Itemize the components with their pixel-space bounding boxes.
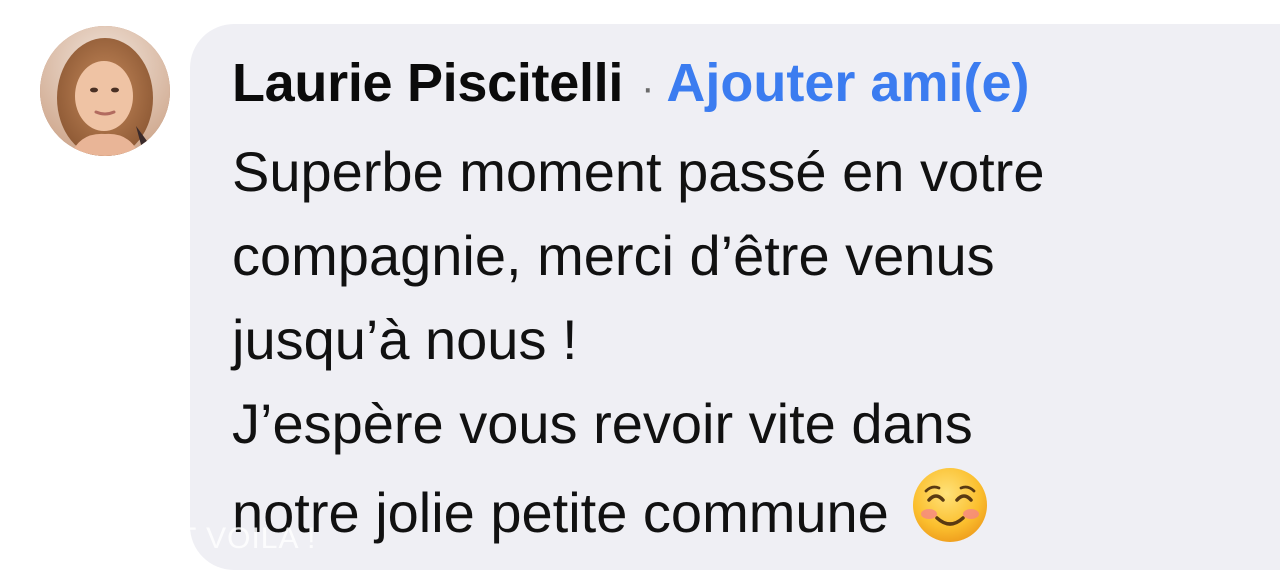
comment-line: jusqu’à nous !: [232, 308, 578, 371]
comment-line: compagnie, merci d’être venus: [232, 224, 995, 287]
comment-last-line: notre jolie petite commune: [232, 466, 1262, 555]
avatar-photo: [40, 26, 170, 156]
comment-header: Laurie Piscitelli · Ajouter ami(e): [232, 52, 1029, 116]
add-friend-link[interactable]: Ajouter ami(e): [666, 52, 1029, 114]
comment-line: J’espère vous revoir vite dans: [232, 392, 973, 455]
comment-text: Superbe moment passé en votre compagnie,…: [232, 130, 1262, 555]
smiling-face-with-smiling-eyes-icon: [911, 466, 989, 544]
separator-dot: ·: [641, 66, 655, 110]
comment-stage: Laurie Piscitelli · Ajouter ami(e) Super…: [0, 0, 1280, 580]
author-name[interactable]: Laurie Piscitelli: [232, 52, 623, 114]
comment-line: Superbe moment passé en votre: [232, 140, 1045, 203]
comment-line: notre jolie petite commune: [232, 481, 889, 544]
avatar[interactable]: [40, 26, 170, 156]
watermark: T VOILA !: [178, 522, 317, 555]
